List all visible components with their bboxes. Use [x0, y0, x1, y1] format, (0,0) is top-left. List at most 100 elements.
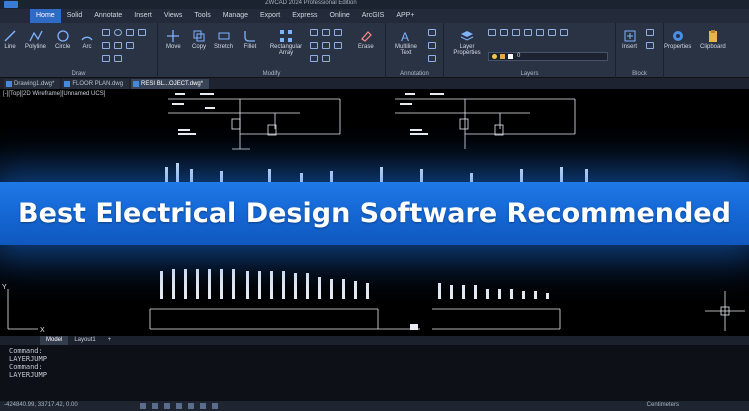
doc-tab-drawing1[interactable]: Drawing1.dwg* [4, 79, 61, 89]
lock-icon [500, 54, 505, 59]
scale-icon[interactable] [322, 42, 330, 49]
properties-icon [672, 31, 683, 41]
fillet-label: Fillet [243, 44, 257, 50]
polar-icon[interactable] [176, 403, 182, 409]
edit-block-icon[interactable] [646, 42, 654, 49]
arc-button[interactable]: Arc [80, 29, 94, 50]
document-tabs: Drawing1.dwg* FLOOR PLAN.dwg RESI BL...O… [0, 78, 749, 89]
tab-model[interactable]: Model [40, 336, 69, 345]
offset-icon[interactable] [334, 42, 342, 49]
tab-arcgis[interactable]: ArcGIS [356, 9, 391, 23]
circle-label: Circle [55, 44, 71, 50]
layer-off-icon[interactable] [524, 29, 532, 36]
layout-tabs: Model Layout1 + [0, 336, 749, 345]
copy-icon [193, 30, 205, 42]
clipboard-button[interactable]: Clipboard [700, 29, 726, 50]
tab-app-plus[interactable]: APP+ [390, 9, 420, 23]
fillet-icon [244, 31, 255, 42]
break-icon[interactable] [322, 55, 330, 62]
doc-tab-resi-project[interactable]: RESI BL...OJECT.dwg* [131, 79, 210, 89]
doc-tab-floor-plan[interactable]: FLOOR PLAN.dwg [62, 79, 130, 89]
rectangle-icon[interactable] [102, 29, 110, 36]
layer-previous-icon[interactable] [560, 29, 568, 36]
properties-button[interactable]: Properties [664, 29, 691, 50]
layer-dropdown[interactable]: 0 [488, 52, 608, 61]
line-icon [4, 30, 16, 42]
multiline-text-button[interactable]: A Multiline Text [389, 29, 423, 56]
tab-export[interactable]: Export [254, 9, 286, 23]
layer-lock-icon[interactable] [536, 29, 544, 36]
copy-button[interactable]: Copy [192, 29, 206, 50]
polyline-button[interactable]: Polyline [25, 29, 46, 50]
rectangular-array-button[interactable]: Rectangular Array [266, 29, 306, 56]
copy-label: Copy [192, 44, 207, 50]
arc-label: Arc [82, 44, 92, 50]
mirror-icon[interactable] [310, 29, 318, 36]
line-button[interactable]: Line [3, 29, 17, 50]
layer-freeze-icon[interactable] [512, 29, 520, 36]
extend-icon[interactable] [334, 29, 342, 36]
block-group-label: Block [632, 71, 647, 77]
rotate-icon[interactable] [310, 42, 318, 49]
layer-isolate-icon[interactable] [500, 29, 508, 36]
explode-icon[interactable] [310, 55, 318, 62]
ellipse-icon[interactable] [114, 29, 122, 36]
status-toggles [140, 403, 224, 409]
polygon-icon[interactable] [102, 42, 110, 49]
otrack-icon[interactable] [200, 403, 206, 409]
app-logo-icon[interactable] [4, 1, 18, 8]
ucs-x-label: X [40, 327, 45, 334]
circle-icon [57, 30, 69, 42]
annotation-group: A Multiline Text Annotation [386, 23, 444, 78]
trim-icon[interactable] [322, 29, 330, 36]
create-block-icon[interactable] [646, 29, 654, 36]
tab-solid[interactable]: Solid [61, 9, 89, 23]
tab-views[interactable]: Views [158, 9, 189, 23]
hatch-icon[interactable] [126, 29, 134, 36]
layer-match-icon[interactable] [548, 29, 556, 36]
stretch-button[interactable]: Stretch [214, 29, 233, 50]
tab-layout1[interactable]: Layout1 [68, 336, 101, 345]
ortho-icon[interactable] [164, 403, 170, 409]
snap-icon[interactable] [140, 403, 146, 409]
tab-home[interactable]: Home [30, 9, 61, 23]
fillet-button[interactable]: Fillet [243, 29, 257, 50]
point-icon[interactable] [102, 55, 110, 62]
arc-icon [81, 36, 93, 41]
insert-button[interactable]: Insert [622, 29, 637, 50]
region-icon[interactable] [114, 42, 122, 49]
boundary-icon[interactable] [126, 42, 134, 49]
erase-button[interactable]: Erase [358, 29, 374, 50]
tab-annotate[interactable]: Annotate [88, 9, 128, 23]
command-history[interactable]: Command: LAYERJUMP Command: LAYERJUMP [0, 345, 749, 401]
lineweight-icon[interactable] [212, 403, 218, 409]
insert-label: Insert [622, 44, 638, 50]
polyline-label: Polyline [25, 44, 47, 50]
tab-manage[interactable]: Manage [217, 9, 254, 23]
move-icon [167, 30, 180, 42]
draw-group: Line Polyline Circle Arc Draw [0, 23, 158, 78]
move-button[interactable]: Move [166, 29, 181, 50]
layer-properties-button[interactable]: Layer Properties [450, 29, 484, 56]
command-line: LAYERJUMP [9, 355, 47, 363]
leader-icon[interactable] [428, 42, 436, 49]
dimension-icon[interactable] [428, 29, 436, 36]
tab-express[interactable]: Express [286, 9, 323, 23]
grid-icon[interactable] [152, 403, 158, 409]
ribbon-tabs: Home Solid Annotate Insert Views Tools M… [0, 9, 749, 23]
table-icon[interactable] [428, 55, 436, 62]
tab-online[interactable]: Online [324, 9, 356, 23]
donut-icon[interactable] [114, 55, 122, 62]
svg-text:A: A [401, 30, 409, 43]
polyline-icon [28, 30, 43, 42]
osnap-icon[interactable] [188, 403, 194, 409]
tab-tools[interactable]: Tools [188, 9, 216, 23]
insert-block-icon [624, 30, 635, 42]
banner-headline: Best Electrical Design Software Recommen… [18, 198, 731, 229]
layer-state-icon[interactable] [488, 29, 496, 36]
add-layout-button[interactable]: + [102, 336, 118, 345]
units-indicator[interactable]: Centimeters [647, 402, 679, 408]
spline-icon[interactable] [138, 29, 146, 36]
tab-insert[interactable]: Insert [128, 9, 158, 23]
circle-button[interactable]: Circle [55, 29, 70, 50]
